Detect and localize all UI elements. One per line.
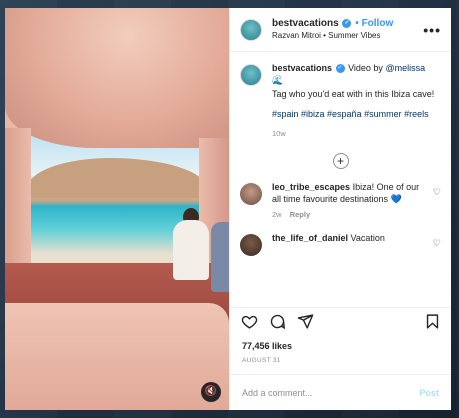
caption-lead: Video by xyxy=(348,63,383,73)
comment-body: the_life_of_daniel Vacation xyxy=(272,232,429,256)
caption-text: Tag who you'd eat with in this Ibiza cav… xyxy=(272,89,435,100)
cave-wall xyxy=(5,303,229,410)
mute-button[interactable]: 🔇 xyxy=(201,382,221,402)
caption-username[interactable]: bestvacations xyxy=(272,63,332,73)
caption-body: bestvacations ✓ Video by @melissa 🌊 Tag … xyxy=(272,62,434,139)
commenter-username[interactable]: the_life_of_daniel xyxy=(272,233,348,243)
post-modal: 🔇 bestvacations ✓ • Follow Razvan Mitroi… xyxy=(5,8,451,410)
comment-item: the_life_of_daniel Vacation ♡ xyxy=(240,232,441,257)
comment-time: 2w xyxy=(272,209,282,219)
action-bar xyxy=(230,307,451,335)
comment-item: leo_tribe_escapes Ibiza! One of our all … xyxy=(240,181,441,220)
caption-time: 10w xyxy=(272,128,286,138)
author-username[interactable]: bestvacations xyxy=(272,18,339,29)
caption-emoji: 🌊 xyxy=(272,75,284,86)
comments-section[interactable]: bestvacations ✓ Video by @melissa 🌊 Tag … xyxy=(230,52,451,307)
commenter-username[interactable]: leo_tribe_escapes xyxy=(272,182,350,192)
caption-avatar[interactable] xyxy=(240,64,262,86)
post-caption: bestvacations ✓ Video by @melissa 🌊 Tag … xyxy=(240,62,441,139)
verified-badge-icon: ✓ xyxy=(342,19,352,29)
save-bookmark-icon[interactable] xyxy=(421,311,443,333)
caption-hashtags[interactable]: #spain #ibiza #españa #summer #reels xyxy=(272,108,434,120)
comment-input[interactable] xyxy=(242,387,420,398)
post-subtitle[interactable]: Razvan Mitroi • Summer Vibes xyxy=(272,31,423,41)
comment-body: leo_tribe_escapes Ibiza! One of our all … xyxy=(272,181,429,220)
post-header: bestvacations ✓ • Follow Razvan Mitroi •… xyxy=(230,8,451,52)
commenter-avatar[interactable] xyxy=(240,182,262,205)
cave-ceiling xyxy=(5,8,229,148)
comment-like-heart-icon[interactable]: ♡ xyxy=(433,238,441,256)
follow-button[interactable]: Follow xyxy=(362,18,394,29)
comment-text: Vacation xyxy=(350,233,385,244)
person-figure-two xyxy=(211,222,229,292)
comment-composer: Post xyxy=(230,374,451,410)
person-figure xyxy=(173,220,209,280)
comment-meta: 2w Reply xyxy=(272,210,429,220)
post-comment-button[interactable]: Post xyxy=(419,388,439,398)
like-heart-icon[interactable] xyxy=(238,311,260,333)
author-info: bestvacations ✓ • Follow Razvan Mitroi •… xyxy=(272,18,423,41)
author-line: bestvacations ✓ • Follow xyxy=(272,18,423,31)
caption-verified-badge-icon: ✓ xyxy=(335,64,345,74)
likes-count[interactable]: 77,456 likes xyxy=(230,341,451,351)
post-date: AUGUST 31 xyxy=(242,357,281,364)
post-details-panel: bestvacations ✓ • Follow Razvan Mitroi •… xyxy=(229,8,451,410)
caption-first-line: bestvacations ✓ Video by @melissa xyxy=(272,62,434,74)
reply-button[interactable]: Reply xyxy=(290,210,310,219)
load-more-comments-button[interactable]: + xyxy=(332,152,349,169)
caption-mention-link[interactable]: @melissa xyxy=(385,63,425,73)
post-video[interactable]: 🔇 xyxy=(5,8,229,410)
share-paper-plane-icon[interactable] xyxy=(294,311,316,333)
follow-separator: • xyxy=(355,18,359,30)
comment-bubble-icon[interactable] xyxy=(266,311,288,333)
author-avatar[interactable] xyxy=(240,18,262,41)
more-options-icon[interactable]: ••• xyxy=(423,22,441,38)
comment-like-heart-icon[interactable]: ♡ xyxy=(433,187,441,220)
commenter-avatar[interactable] xyxy=(240,234,262,257)
